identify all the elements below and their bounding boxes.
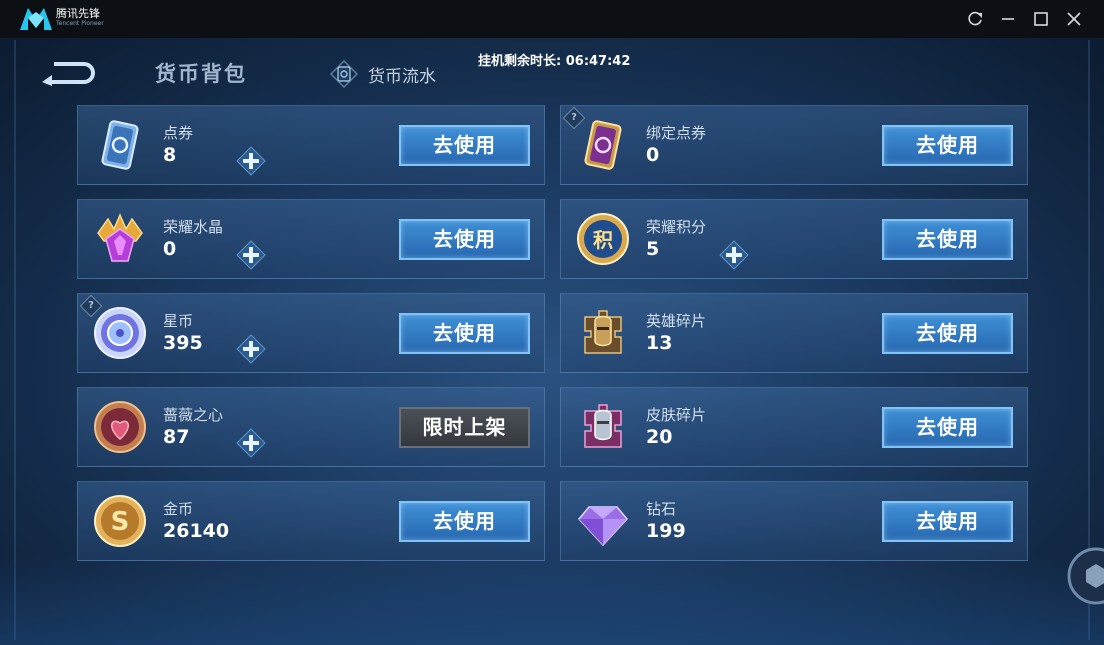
use-button[interactable]: 去使用	[399, 501, 530, 542]
currency-amount: 87	[163, 426, 190, 448]
maximize-icon[interactable]	[1031, 9, 1051, 29]
tab-currency-flow[interactable]: 货币流水	[330, 60, 436, 88]
use-button[interactable]: 去使用	[882, 313, 1013, 354]
currency-card-skin-fragment: 皮肤碎片 20 去使用	[560, 387, 1028, 467]
limited-time-button[interactable]: 限时上架	[399, 407, 530, 448]
currency-name: 荣耀积分	[646, 218, 707, 236]
tab-currency-backpack[interactable]: 货币背包	[155, 58, 247, 88]
currency-name: 皮肤碎片	[646, 406, 707, 424]
add-currency-icon[interactable]	[236, 240, 266, 270]
currency-amount: 8	[163, 144, 177, 166]
use-button[interactable]: 去使用	[399, 219, 530, 260]
currency-amount: 199	[646, 520, 686, 542]
bound-coupon-icon	[584, 120, 622, 170]
title-bar: 腾讯先锋 Tencent Pioneer	[0, 0, 1104, 38]
currency-amount: 13	[646, 332, 673, 354]
coupon-card-icon	[101, 120, 139, 170]
currency-card-rose-heart: 蔷薇之心 87 限时上架	[77, 387, 545, 467]
currency-amount: 395	[163, 332, 203, 354]
minimize-icon[interactable]	[998, 9, 1018, 29]
currency-backpack-screen: 货币背包 货币流水 挂机剩余时长: 06:47:42 点券 8 去使用 荣耀水晶…	[0, 38, 1104, 645]
currency-name: 金币	[163, 500, 194, 518]
svg-text:积: 积	[593, 228, 613, 252]
app-logo-text: 腾讯先锋	[56, 7, 100, 20]
currency-card-glory-points: 积 荣耀积分 5 去使用	[560, 199, 1028, 279]
back-arrow-icon[interactable]	[40, 60, 100, 86]
currency-flow-icon	[330, 60, 358, 88]
currency-name: 英雄碎片	[646, 312, 707, 330]
currency-amount: 26140	[163, 520, 230, 542]
currency-name: 绑定点券	[646, 124, 707, 142]
diamond-icon	[578, 506, 628, 547]
use-button[interactable]: 去使用	[882, 219, 1013, 260]
rose-heart-icon	[94, 401, 146, 453]
idle-remaining-timer: 挂机剩余时长: 06:47:42	[478, 54, 631, 69]
currency-card-star-coin: ? 星币 395 去使用	[77, 293, 545, 373]
use-button[interactable]: 去使用	[399, 125, 530, 166]
currency-amount: 5	[646, 238, 660, 260]
use-button[interactable]: 去使用	[399, 313, 530, 354]
add-currency-icon[interactable]	[236, 146, 266, 176]
currency-card-glory-crystal: 荣耀水晶 0 去使用	[77, 199, 545, 279]
glory-points-icon: 积	[577, 213, 629, 265]
currency-card-coupon: 点券 8 去使用	[77, 105, 545, 185]
currency-card-gold-coin: S 金币 26140 去使用	[77, 481, 545, 561]
use-button[interactable]: 去使用	[882, 125, 1013, 166]
use-button[interactable]: 去使用	[882, 501, 1013, 542]
currency-card-hero-fragment: 英雄碎片 13 去使用	[560, 293, 1028, 373]
close-icon[interactable]	[1064, 9, 1084, 29]
currency-name: 蔷薇之心	[163, 406, 224, 424]
add-currency-icon[interactable]	[719, 240, 749, 270]
hero-fragment-icon	[584, 310, 622, 354]
gold-coin-icon: S	[94, 495, 146, 547]
bottom-glow	[0, 555, 1104, 645]
currency-card-bound-coupon: ? 绑定点券 0 去使用	[560, 105, 1028, 185]
currency-card-diamond: 钻石 199 去使用	[560, 481, 1028, 561]
tab-currency-flow-label: 货币流水	[368, 66, 436, 87]
currency-name: 星币	[163, 312, 194, 330]
currency-amount: 0	[163, 238, 177, 260]
svg-text:S: S	[111, 507, 130, 537]
currency-amount: 0	[646, 144, 660, 166]
star-coin-icon	[94, 307, 146, 359]
glory-crystal-icon	[97, 213, 143, 262]
use-button[interactable]: 去使用	[882, 407, 1013, 448]
add-currency-icon[interactable]	[236, 428, 266, 458]
refresh-icon[interactable]	[965, 9, 985, 29]
add-currency-icon[interactable]	[236, 334, 266, 364]
currency-name: 钻石	[646, 500, 677, 518]
floating-ring-icon[interactable]	[1066, 546, 1104, 606]
app-logo-subtext: Tencent Pioneer	[56, 20, 104, 27]
skin-fragment-icon	[584, 404, 622, 448]
app-logo-icon	[20, 8, 52, 30]
currency-name: 荣耀水晶	[163, 218, 224, 236]
currency-name: 点券	[163, 124, 194, 142]
currency-amount: 20	[646, 426, 673, 448]
